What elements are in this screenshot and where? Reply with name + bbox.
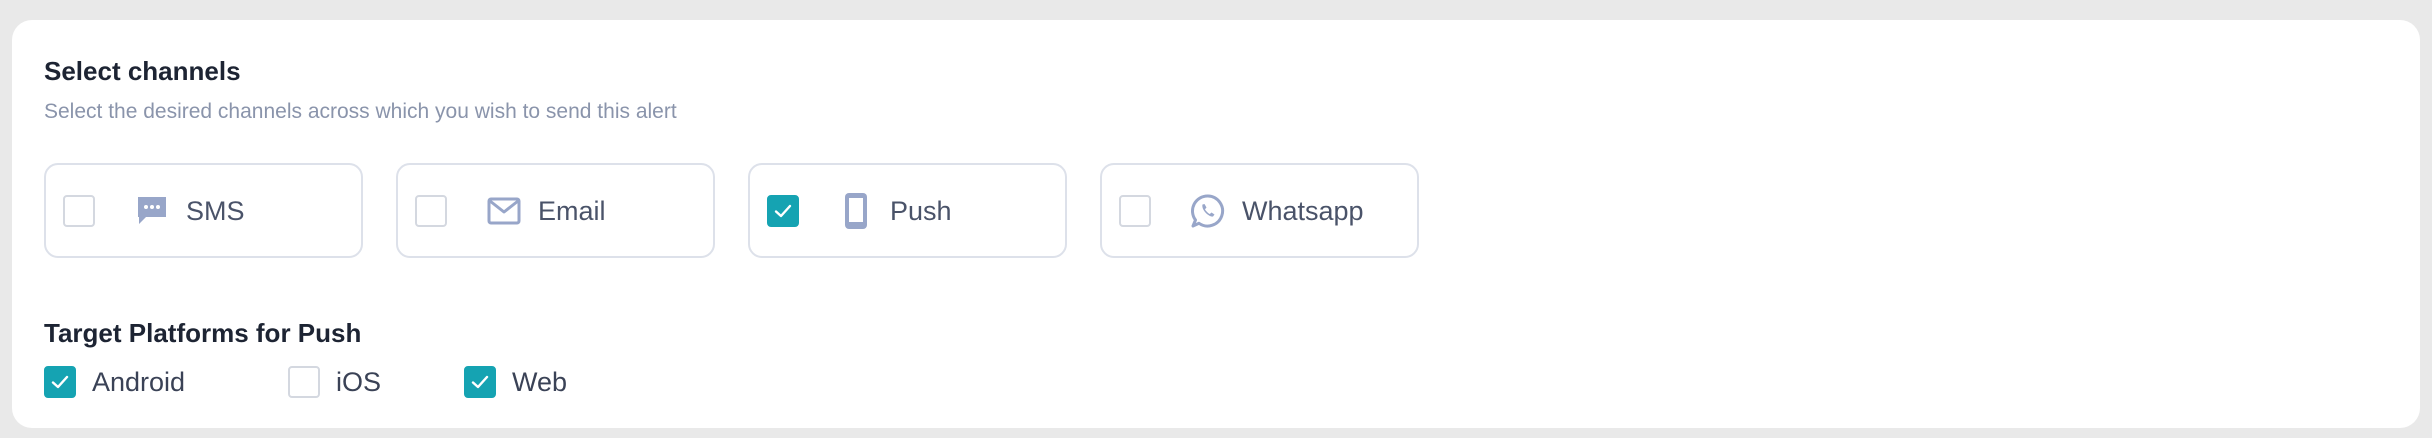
whatsapp-icon — [1190, 193, 1226, 229]
section-title: Select channels — [44, 56, 241, 86]
platform-ios[interactable]: iOS — [288, 366, 381, 398]
whatsapp-label: Whatsapp — [1242, 196, 1364, 226]
web-checkbox[interactable] — [464, 366, 496, 398]
sms-checkbox[interactable] — [63, 195, 95, 227]
sms-label: SMS — [186, 196, 245, 226]
android-label: Android — [92, 367, 186, 397]
channel-card-push[interactable]: Push — [748, 163, 1067, 258]
section-subtitle: Select the desired channels across which… — [44, 100, 677, 123]
platform-android[interactable]: Android — [44, 366, 185, 398]
channel-selection-card: Select channels Select the desired chann… — [12, 20, 2420, 428]
email-checkbox[interactable] — [415, 195, 447, 227]
push-label: Push — [890, 196, 952, 226]
whatsapp-checkbox[interactable] — [1119, 195, 1151, 227]
web-label: Web — [512, 367, 568, 397]
ios-label: iOS — [336, 367, 382, 397]
email-label: Email — [538, 196, 606, 226]
android-checkbox[interactable] — [44, 366, 76, 398]
mobile-phone-icon — [838, 193, 874, 229]
platforms-title: Target Platforms for Push — [44, 318, 362, 348]
channel-card-whatsapp[interactable]: Whatsapp — [1100, 163, 1419, 258]
channel-options: SMS Email Push Whatsapp — [44, 163, 1419, 258]
channel-card-sms[interactable]: SMS — [44, 163, 363, 258]
platform-web[interactable]: Web — [464, 366, 567, 398]
sms-bubble-icon — [134, 193, 170, 229]
ios-checkbox[interactable] — [288, 366, 320, 398]
push-checkbox[interactable] — [767, 195, 799, 227]
channel-card-email[interactable]: Email — [396, 163, 715, 258]
envelope-icon — [486, 193, 522, 229]
